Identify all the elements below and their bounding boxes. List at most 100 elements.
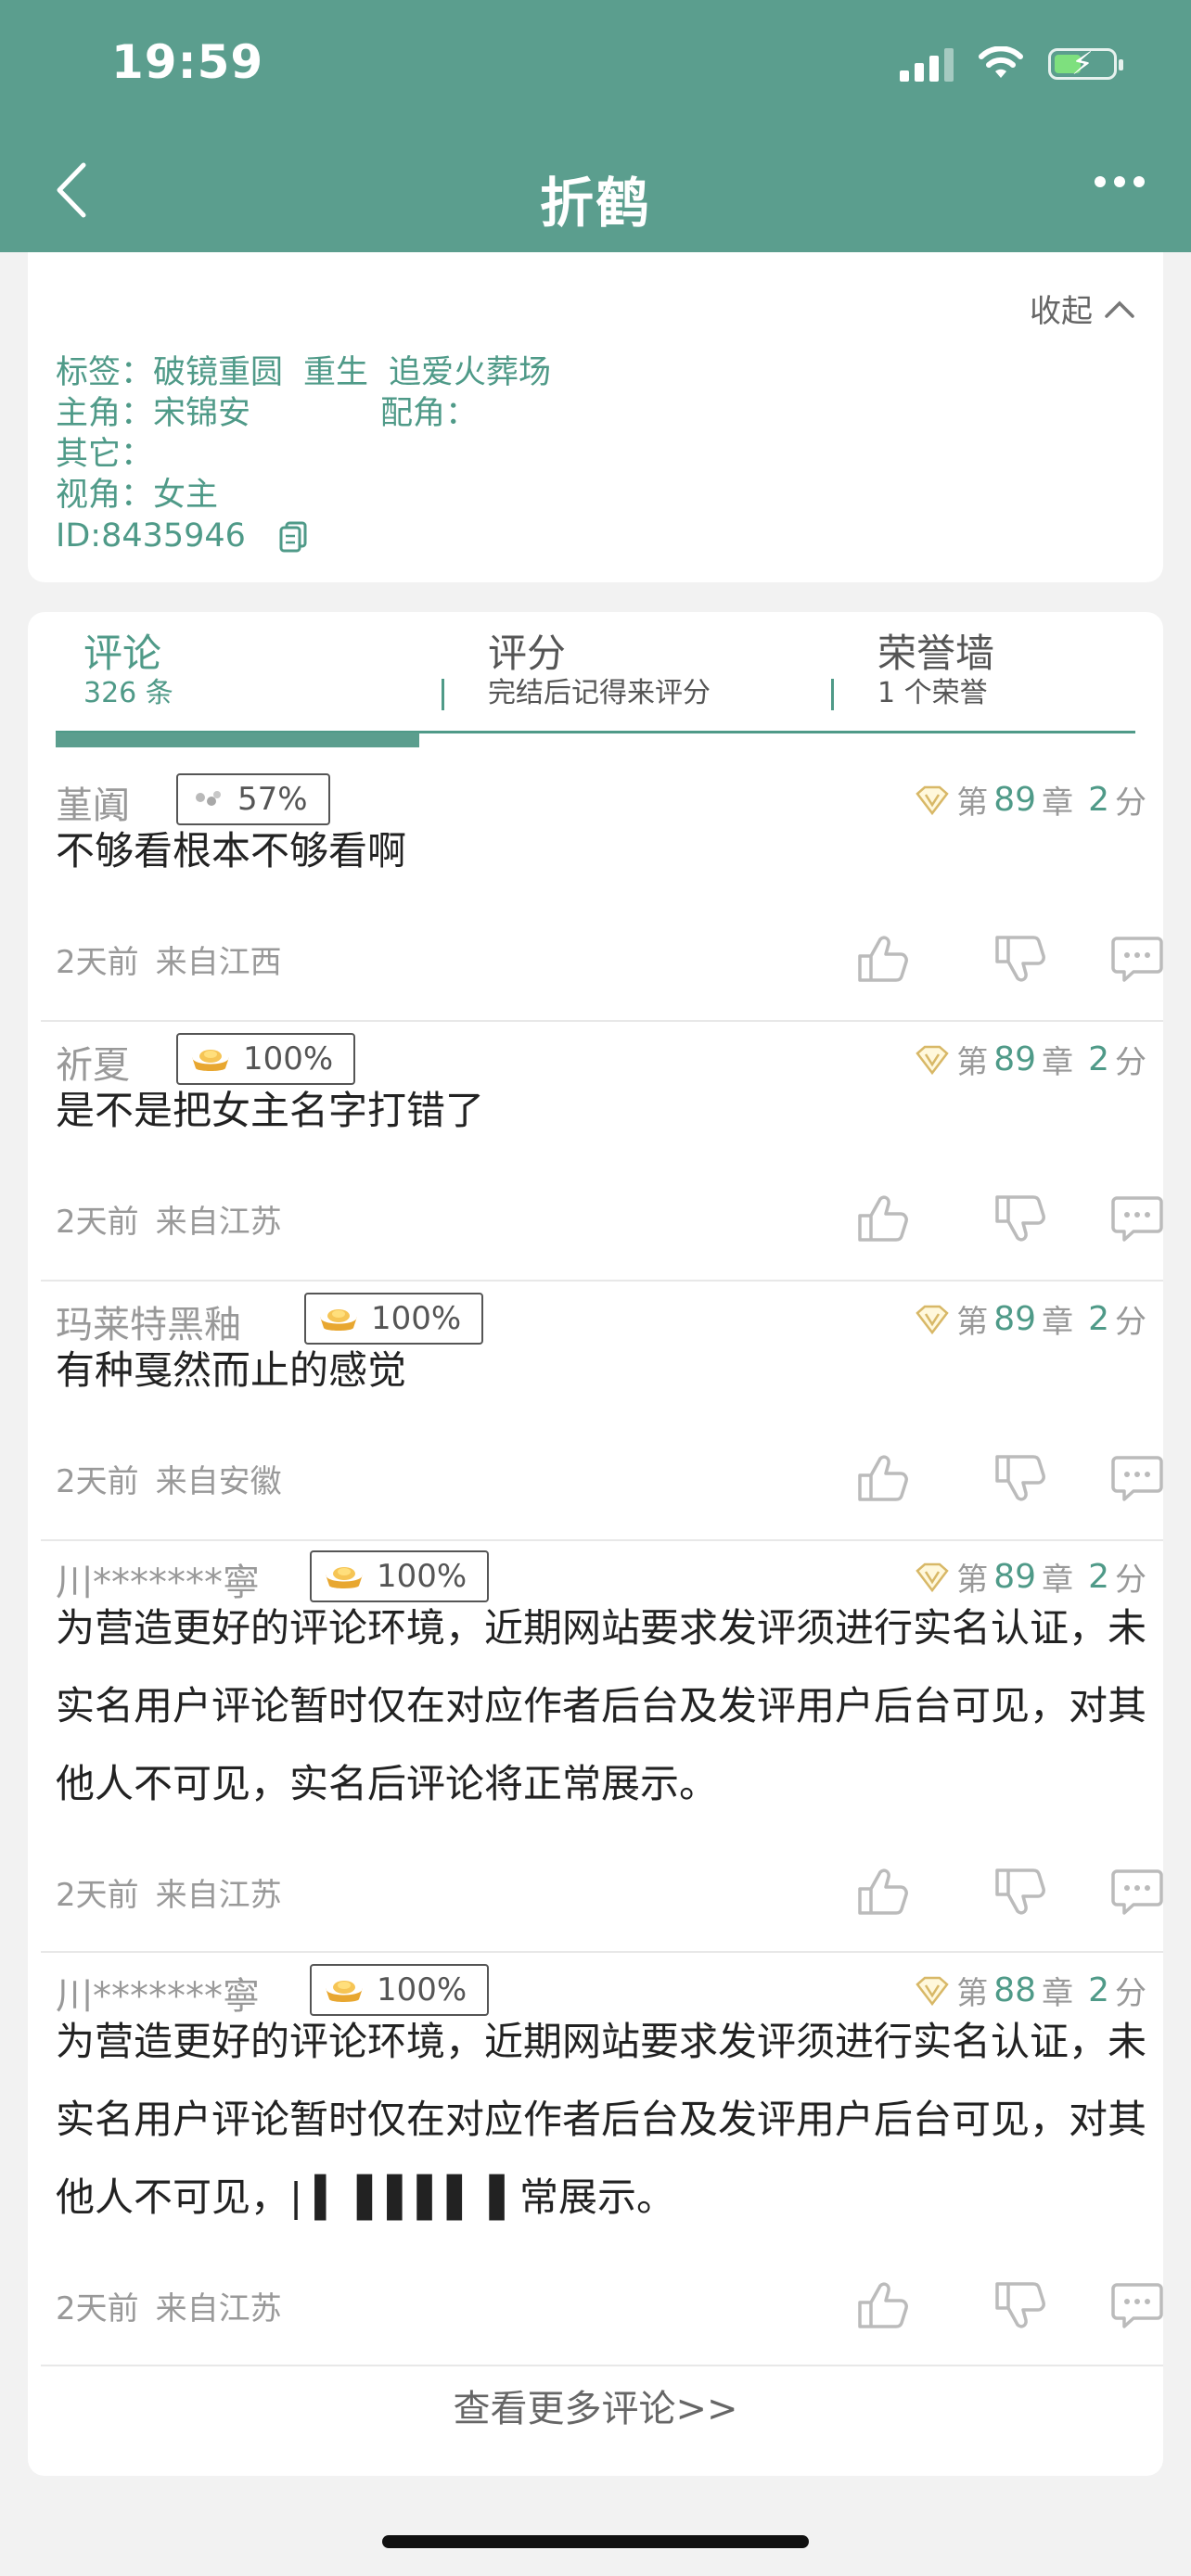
comment-actions: [814, 2277, 1163, 2333]
tag-link[interactable]: 重生: [303, 354, 368, 391]
tag-link[interactable]: 追爱火葬场: [389, 354, 551, 391]
thumbs-up-icon: [858, 1868, 908, 1915]
comment-meta: 2天前 来自江西: [56, 944, 282, 981]
comment-bubble-icon: [1111, 1869, 1163, 1915]
diamond-icon: [916, 1045, 949, 1075]
gold-ingot-icon: [192, 1050, 229, 1071]
comment-bubble-icon: [1111, 937, 1163, 982]
like-button[interactable]: [814, 1191, 952, 1246]
app-header: 19:59 ⚡ 折鹤: [0, 0, 1191, 252]
id-row: ID:8435946: [56, 516, 571, 556]
view-more-comments-link[interactable]: 查看更多评论>>: [28, 2378, 1163, 2432]
comment-item: 川*******寧 100% 第 88 章 2分 为营造更好的评论环境，近期网站要求…: [41, 1964, 1163, 2366]
status-time: 19:59: [111, 35, 264, 89]
comment-meta: 2天前 来自安徽: [56, 1463, 282, 1500]
comment-bubble-icon: [1111, 1196, 1163, 1242]
comment-item: 祈夏 100% 第 89 章 2分 是不是把女主名字打错了 2天前 来自江苏: [41, 1033, 1163, 1282]
diamond-icon: [916, 785, 949, 815]
comment-text: 为营造更好的评论环境，近期网站要求发评须进行实名认证，未实名用户评论暂时仅在对应…: [56, 2019, 1147, 2220]
collapse-button[interactable]: 收起: [1030, 286, 1135, 331]
diamond-icon: [916, 1562, 949, 1592]
novel-info-card: 收起 标签：破镜重圆 重生 追爱火葬场 主角：宋锦安 配角： 其它： 视角：女主 ID…: [28, 252, 1163, 582]
comment-item: 堇阗 57% 第 89 章 2分 不够看根本不够看啊 2天前 来自江西: [41, 773, 1163, 1022]
tag-link[interactable]: 破镜重圆: [153, 354, 283, 391]
like-button[interactable]: [814, 2277, 952, 2333]
comment-actions: [814, 1191, 1163, 1246]
battery-charging-icon: ⚡: [1048, 45, 1123, 83]
tags-row: 标签：破镜重圆 重生 追爱火葬场: [56, 354, 552, 391]
comment-item: 玛莱特黑釉 100% 第 89 章 2分 有种戛然而止的感觉 2天前 来自安徽: [41, 1293, 1163, 1541]
comment-actions: [814, 1450, 1163, 1506]
comments-card: 评论 326 条 评分 完结后记得来评分 荣誉墙 1 个荣誉 堇阗 57% 第8…: [28, 612, 1163, 2476]
reply-button[interactable]: [1089, 1191, 1163, 1246]
cellular-signal-icon: [900, 46, 954, 82]
thumbs-up-icon: [858, 936, 908, 982]
thumbs-up-icon: [858, 1195, 908, 1242]
gold-ingot-icon: [326, 1567, 363, 1588]
comment-divider: [41, 1280, 1163, 1282]
gold-ingot-icon: [326, 1981, 363, 2002]
comment-meta: 2天前 来自江苏: [56, 2290, 282, 2327]
more-options-icon[interactable]: [1095, 176, 1145, 187]
comment-text: 有种戛然而止的感觉: [56, 1347, 407, 1393]
protagonist-name: 宋锦安: [153, 395, 251, 432]
thumbs-down-icon: [995, 1868, 1045, 1915]
reply-button[interactable]: [1089, 1450, 1163, 1506]
thumbs-down-icon: [995, 2282, 1045, 2328]
gold-ingot-icon: [320, 1309, 357, 1331]
tab-rating[interactable]: 评分 完结后记得来评分: [488, 631, 711, 710]
comment-actions: [814, 1864, 1163, 1919]
chevron-up-icon: [1105, 300, 1134, 318]
dislike-button[interactable]: [952, 2277, 1089, 2333]
tab-bar: 评论 326 条 评分 完结后记得来评分 荣誉墙 1 个荣誉: [56, 631, 1135, 733]
reply-button[interactable]: [1089, 2277, 1163, 2333]
diamond-icon: [916, 1305, 949, 1334]
novel-id: ID:8435946: [56, 517, 246, 555]
copy-icon[interactable]: [278, 520, 308, 554]
dislike-button[interactable]: [952, 1191, 1089, 1246]
comment-text: 是不是把女主名字打错了: [56, 1088, 485, 1133]
comment-divider: [41, 1951, 1163, 1953]
status-icons: ⚡: [900, 45, 1123, 83]
other-row: 其它：: [56, 436, 154, 473]
supporting-label: 配角：: [380, 395, 479, 432]
thumbs-down-icon: [995, 936, 1045, 982]
like-button[interactable]: [814, 931, 952, 987]
comment-bubble-icon: [1111, 1456, 1163, 1501]
page-title: 折鹤: [539, 172, 651, 235]
thumbs-up-icon: [858, 1455, 908, 1501]
thumbs-down-icon: [995, 1455, 1045, 1501]
tab-separator: [442, 679, 444, 710]
reply-button[interactable]: [1089, 1864, 1163, 1919]
silver-ingot-icon: [196, 791, 221, 806]
thumbs-down-icon: [995, 1195, 1045, 1242]
comment-actions: [814, 931, 1163, 987]
comment-bubble-icon: [1111, 2283, 1163, 2328]
comment-divider: [41, 2365, 1163, 2366]
comment-text: 不够看根本不够看啊: [56, 828, 407, 874]
tab-honor-wall[interactable]: 荣誉墙 1 个荣誉: [877, 631, 994, 710]
pov-row: 视角：女主: [56, 477, 219, 514]
comment-text: 为营造更好的评论环境，近期网站要求发评须进行实名认证，未实名用户评论暂时仅在对应…: [56, 1605, 1147, 1806]
collapse-label: 收起: [1030, 293, 1093, 330]
comment-divider: [41, 1020, 1163, 1022]
wifi-icon: [979, 46, 1023, 78]
tab-comments[interactable]: 评论 326 条: [83, 631, 173, 710]
comment-meta: 2天前 来自江苏: [56, 1877, 282, 1914]
home-indicator: [382, 2535, 809, 2548]
comment-meta: 2天前 来自江苏: [56, 1204, 282, 1241]
dislike-button[interactable]: [952, 1864, 1089, 1919]
tab-active-indicator: [56, 733, 419, 747]
comment-divider: [41, 1539, 1163, 1541]
dislike-button[interactable]: [952, 1450, 1089, 1506]
pov-value: 女主: [153, 477, 219, 514]
reply-button[interactable]: [1089, 931, 1163, 987]
tab-separator: [831, 679, 834, 710]
comment-item: 川*******寧 100% 第 89 章 2分 为营造更好的评论环境，近期网站要求…: [41, 1550, 1163, 1953]
like-button[interactable]: [814, 1450, 952, 1506]
diamond-icon: [916, 1976, 949, 2006]
thumbs-up-icon: [858, 2282, 908, 2328]
dislike-button[interactable]: [952, 931, 1089, 987]
characters-row: 主角：宋锦安 配角：: [56, 395, 479, 432]
like-button[interactable]: [814, 1864, 952, 1919]
